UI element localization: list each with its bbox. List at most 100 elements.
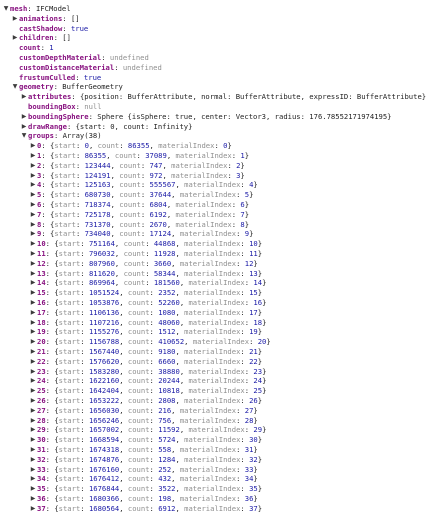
property-key: animations bbox=[19, 13, 63, 23]
material-index-key: materialIndex bbox=[184, 288, 241, 298]
group-start: 1583280 bbox=[88, 366, 120, 376]
group-count: 2808 bbox=[158, 396, 176, 405]
group-count: 52260 bbox=[158, 298, 180, 307]
property-key: frustumCulled bbox=[19, 72, 76, 82]
property-key: count bbox=[19, 43, 41, 53]
count-key: count bbox=[123, 258, 146, 268]
group-count: 2670 bbox=[149, 219, 167, 229]
group-index: 16 bbox=[37, 298, 46, 307]
group-summary: {start: 123444, count: 747, materialInde… bbox=[49, 160, 245, 170]
group-index: 7 bbox=[37, 209, 42, 219]
group-item[interactable]: ▶ 37: {start: 1680564, count: 6912, mater… bbox=[29, 503, 262, 515]
start-key: start bbox=[58, 327, 81, 337]
group-count: 58344 bbox=[153, 268, 176, 278]
group-summary: {start: 1674318, count: 558, materialInd… bbox=[54, 445, 258, 454]
group-material-index: 7 bbox=[240, 209, 245, 219]
group-count: 972 bbox=[149, 170, 163, 180]
group-summary: {start: 1155276, count: 1512, materialIn… bbox=[54, 327, 263, 337]
count-key: count bbox=[119, 200, 141, 209]
group-start: 1053876 bbox=[88, 298, 120, 307]
start-key: start bbox=[58, 258, 81, 268]
group-count: 1512 bbox=[158, 327, 176, 337]
property-value: Sphere {isSphere: true, center: Vector3,… bbox=[97, 111, 392, 121]
group-count: 20244 bbox=[158, 376, 180, 386]
triangle-down-icon[interactable]: ▼ bbox=[2, 3, 10, 15]
property-key: customDepthMaterial bbox=[19, 53, 102, 62]
group-start: 1642404 bbox=[88, 386, 120, 396]
group-summary: {start: 1656030, count: 216, materialInd… bbox=[54, 405, 258, 415]
devtools-object-tree: ▼ mesh: IFCModel ▶ animations: [] castShadow… bbox=[0, 0, 443, 513]
group-material-index: 17 bbox=[249, 307, 258, 317]
property-key: customDistanceMaterial bbox=[19, 62, 115, 72]
start-key: start bbox=[58, 454, 81, 464]
material-index-key: materialIndex bbox=[171, 160, 228, 170]
group-count: 198 bbox=[158, 494, 172, 503]
start-key: start bbox=[54, 190, 76, 200]
group-summary: {start: 796032, count: 11928, materialIn… bbox=[54, 249, 263, 258]
group-material-index: 34 bbox=[244, 474, 254, 484]
group-index: 26 bbox=[37, 396, 46, 405]
group-material-index: 8 bbox=[240, 219, 245, 229]
count-key: count bbox=[127, 298, 150, 307]
group-summary: {start: 1156788, count: 410652, material… bbox=[54, 337, 271, 347]
group-summary: {start: 1567440, count: 9180, materialIn… bbox=[54, 347, 263, 356]
group-summary: {start: 1576620, count: 6660, materialIn… bbox=[54, 356, 263, 366]
group-material-index: 20 bbox=[257, 337, 267, 347]
property-value: {position: BufferAttribute, normal: Buff… bbox=[79, 92, 427, 102]
start-key: start bbox=[58, 356, 81, 366]
start-key: start bbox=[54, 209, 76, 219]
group-summary: {start: 1676160, count: 252, materialInd… bbox=[54, 464, 258, 474]
group-index: 2 bbox=[37, 160, 42, 170]
group-summary: {start: 1674876, count: 1284, materialIn… bbox=[54, 454, 263, 464]
material-index-key: materialIndex bbox=[188, 425, 245, 435]
group-index: 20 bbox=[37, 337, 46, 347]
group-summary: {start: 1657002, count: 11592, materialI… bbox=[54, 425, 267, 435]
group-start: 0 bbox=[84, 141, 89, 151]
group-start: 807960 bbox=[88, 258, 115, 268]
triangle-down-icon[interactable]: ▼ bbox=[20, 130, 28, 142]
property-value: {start: 0, count: Infinity} bbox=[75, 121, 193, 131]
group-index: 24 bbox=[37, 376, 46, 386]
start-key: start bbox=[58, 386, 81, 396]
group-count: 410652 bbox=[158, 337, 185, 347]
triangle-down-icon[interactable]: ▼ bbox=[11, 81, 19, 93]
property-value: BufferGeometry bbox=[62, 82, 123, 92]
group-material-index: 33 bbox=[244, 464, 254, 474]
start-key: start bbox=[58, 494, 81, 503]
property-value: undefined bbox=[109, 53, 149, 62]
group-start: 1653222 bbox=[88, 396, 120, 405]
group-start: 1657002 bbox=[88, 425, 120, 435]
group-count: 10818 bbox=[158, 386, 180, 396]
material-index-key: materialIndex bbox=[184, 239, 241, 249]
group-index: 9 bbox=[37, 229, 42, 239]
count-key: count bbox=[127, 464, 150, 474]
start-key: start bbox=[58, 396, 81, 405]
group-index: 22 bbox=[37, 356, 46, 366]
count-key: count bbox=[127, 396, 150, 405]
group-index: 6 bbox=[37, 200, 42, 209]
start-key: start bbox=[58, 366, 81, 376]
group-count: 44868 bbox=[153, 239, 176, 249]
group-index: 28 bbox=[37, 415, 46, 425]
count-key: count bbox=[127, 494, 150, 503]
group-start: 1656246 bbox=[88, 415, 120, 425]
group-material-index: 19 bbox=[249, 327, 258, 337]
property-value: true bbox=[70, 23, 89, 33]
count-key: count bbox=[127, 474, 150, 484]
group-index: 10 bbox=[37, 239, 46, 249]
triangle-right-icon[interactable]: ▶ bbox=[29, 503, 37, 515]
group-material-index: 24 bbox=[253, 376, 263, 386]
group-index: 35 bbox=[37, 484, 46, 494]
group-start: 124191 bbox=[84, 170, 111, 180]
group-index: 34 bbox=[37, 474, 46, 484]
group-index: 25 bbox=[37, 386, 46, 396]
group-index: 1 bbox=[37, 151, 42, 160]
group-material-index: 25 bbox=[253, 386, 263, 396]
start-key: start bbox=[54, 200, 76, 209]
group-summary: {start: 811620, count: 58344, materialIn… bbox=[54, 268, 263, 278]
start-key: start bbox=[58, 268, 81, 278]
group-count: 3522 bbox=[158, 484, 176, 494]
group-material-index: 9 bbox=[244, 229, 250, 239]
group-start: 680730 bbox=[84, 190, 111, 200]
material-index-key: materialIndex bbox=[184, 454, 241, 464]
